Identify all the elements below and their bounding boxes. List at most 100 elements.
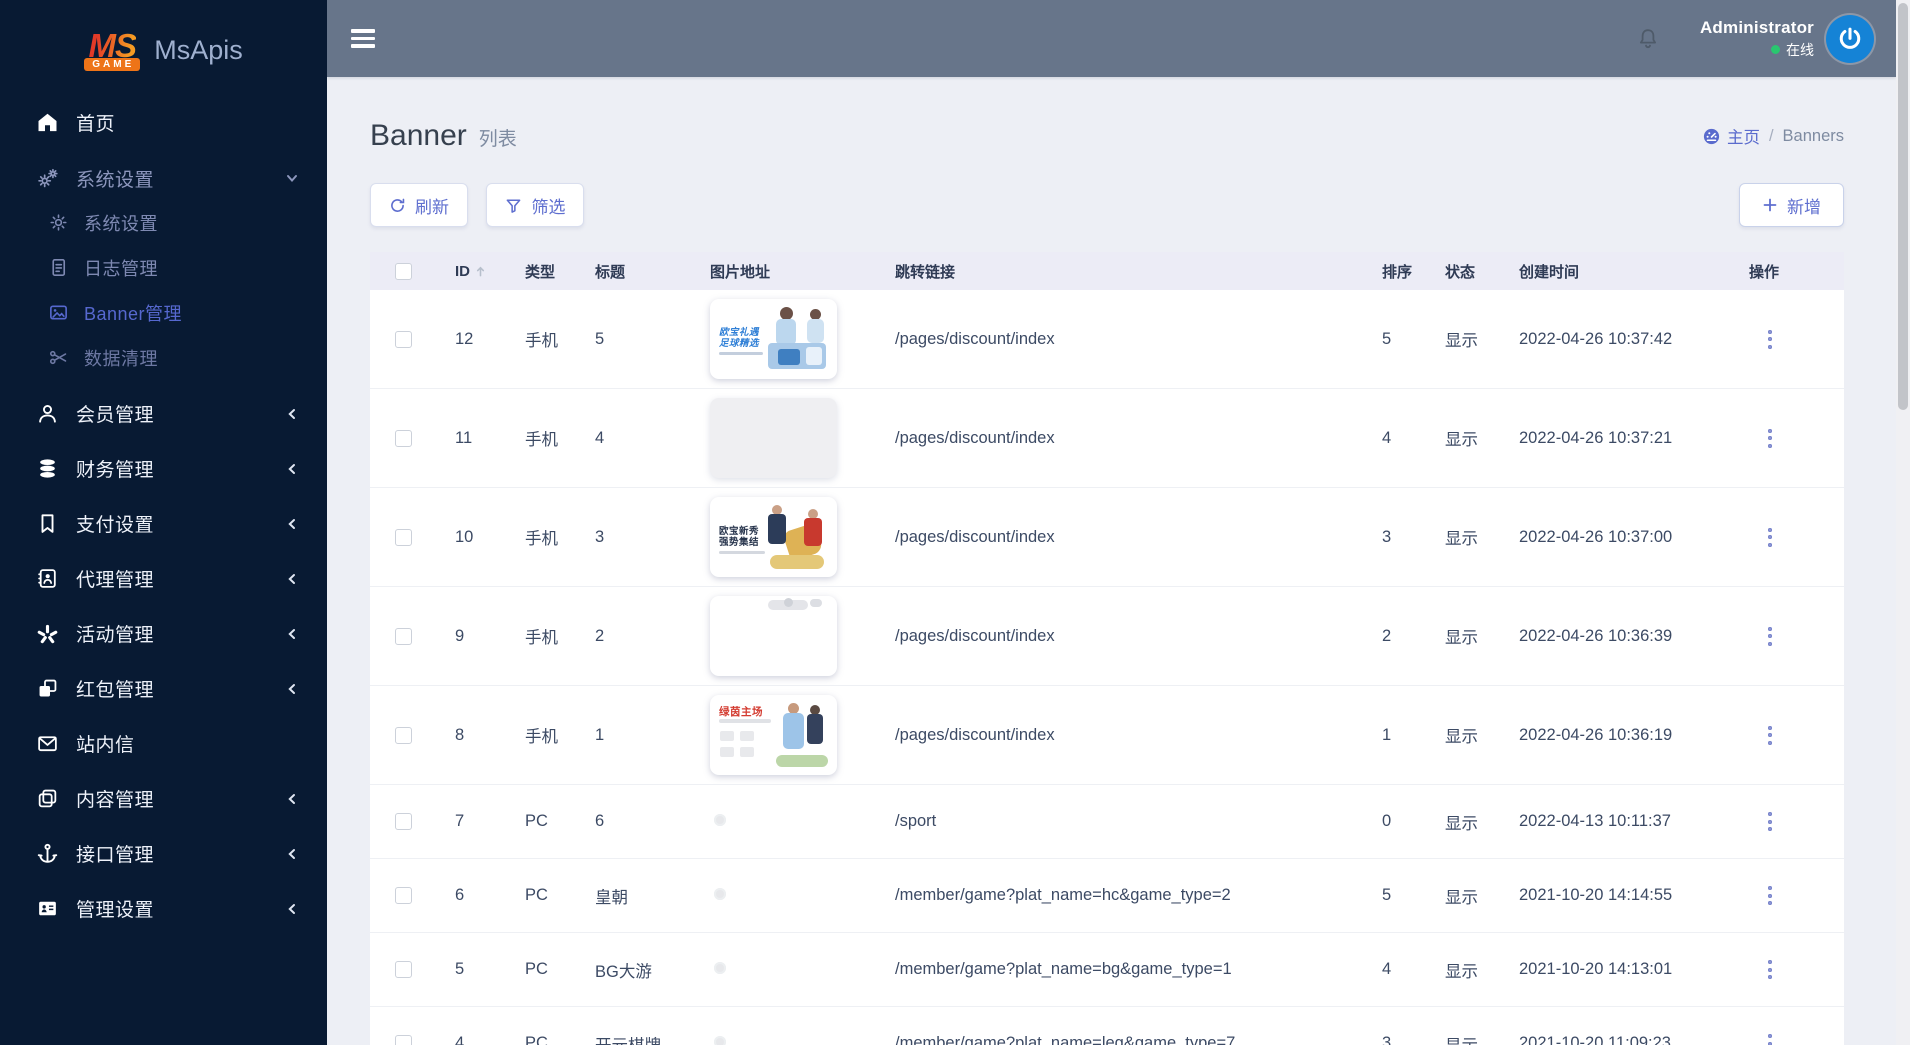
- sidebar-item-label: Banner管理: [84, 303, 183, 324]
- sidebar-item-members[interactable]: 会员管理: [0, 386, 327, 441]
- row-checkbox[interactable]: [395, 726, 412, 744]
- row-actions-menu[interactable]: [1761, 886, 1779, 905]
- row-checkbox[interactable]: [395, 330, 412, 348]
- sidebar-subitem-system-settings[interactable]: 系统设置: [0, 200, 327, 245]
- breadcrumb-home-link[interactable]: 主页: [1703, 124, 1760, 148]
- sidebar-toggle-button[interactable]: [351, 25, 375, 51]
- add-button[interactable]: 新增: [1739, 183, 1844, 227]
- row-checkbox[interactable]: [395, 627, 412, 645]
- row-checkbox[interactable]: [395, 429, 412, 447]
- cell-created: 2021-10-20 11:09:23: [1519, 1034, 1671, 1045]
- column-header-sort: 排序: [1382, 263, 1413, 281]
- brand-logo[interactable]: MS GAME MsApis: [0, 0, 327, 100]
- sidebar-subitem-data-cleanup[interactable]: 数据清理: [0, 335, 327, 380]
- sidebar-item-label: 红包管理: [76, 680, 155, 701]
- banner-thumbnail: 欧宝礼遇 足球精选: [710, 299, 837, 379]
- sidebar-item-activities[interactable]: 活动管理: [0, 606, 327, 661]
- table-row: 5 PC BG大游 /member/game?plat_name=bg&game…: [370, 933, 1844, 1007]
- row-actions-menu[interactable]: [1761, 626, 1779, 646]
- row-actions-menu[interactable]: [1761, 812, 1779, 831]
- sidebar-item-label: 内容管理: [76, 790, 155, 811]
- cell-created: 2022-04-26 10:37:00: [1519, 527, 1673, 546]
- home-icon: [38, 113, 57, 131]
- cell-type: 手机: [525, 728, 558, 746]
- refresh-button[interactable]: 刷新: [370, 183, 468, 227]
- sidebar-item-label: 财务管理: [76, 460, 155, 481]
- cell-title: 4: [595, 428, 605, 447]
- row-actions-menu[interactable]: [1761, 527, 1779, 547]
- avatar[interactable]: [1826, 14, 1874, 63]
- row-checkbox[interactable]: [395, 887, 412, 904]
- cell-title: BG大游: [595, 962, 652, 981]
- row-actions-menu[interactable]: [1761, 428, 1779, 448]
- broken-image-icon: [714, 888, 726, 900]
- cell-title: 5: [595, 329, 605, 348]
- chevron-left-icon: [288, 793, 295, 804]
- cell-type: PC: [525, 1034, 548, 1045]
- cell-sort: 4: [1382, 428, 1392, 447]
- table-row: 4 PC 开元棋牌 /member/game?plat_name=leg&gam…: [370, 1007, 1844, 1045]
- ms-game-logo: MS GAME: [84, 29, 141, 71]
- document-icon: [52, 259, 66, 276]
- sidebar-item-label: 系统设置: [84, 213, 158, 234]
- row-checkbox[interactable]: [395, 1035, 412, 1045]
- cell-sort: 5: [1382, 329, 1392, 348]
- sidebar-item-red-packets[interactable]: 红包管理: [0, 661, 327, 716]
- gear-icon: [50, 214, 67, 231]
- sidebar-item-label: 日志管理: [84, 258, 158, 279]
- filter-button[interactable]: 筛选: [486, 183, 585, 227]
- breadcrumb-separator: /: [1768, 126, 1774, 145]
- sidebar-subitem-log-management[interactable]: 日志管理: [0, 245, 327, 290]
- topbar-right: Administrator 在线: [1636, 14, 1896, 63]
- sidebar: MS GAME MsApis 首页 系统设置 系统设置 日志管理 Banner管…: [0, 0, 327, 1045]
- row-actions-menu[interactable]: [1761, 329, 1779, 349]
- brand-name: MsApis: [154, 34, 243, 65]
- page-title: Banner: [370, 119, 467, 152]
- sidebar-item-payment[interactable]: 支付设置: [0, 496, 327, 551]
- row-actions-menu[interactable]: [1761, 725, 1779, 745]
- row-checkbox[interactable]: [395, 813, 412, 830]
- cell-type: 手机: [525, 332, 558, 350]
- sidebar-item-interfaces[interactable]: 接口管理: [0, 826, 327, 881]
- scrollbar-thumb[interactable]: [1898, 3, 1908, 410]
- topbar: Administrator 在线: [327, 0, 1896, 77]
- cell-sort: 2: [1382, 626, 1392, 645]
- cell-link: /member/game?plat_name=bg&game_type=1: [895, 960, 1232, 978]
- sidebar-item-admin-settings[interactable]: 管理设置: [0, 881, 327, 936]
- sidebar-item-label: 支付设置: [76, 515, 155, 536]
- sidebar-item-label: 首页: [76, 113, 116, 135]
- sidebar-item-label: 接口管理: [76, 845, 155, 866]
- page-subtitle: 列表: [478, 129, 517, 150]
- banner-thumbnail: [710, 596, 837, 676]
- row-checkbox[interactable]: [395, 961, 412, 978]
- online-label: 在线: [1786, 41, 1814, 58]
- column-header-link: 跳转链接: [895, 263, 956, 281]
- cell-sort: 3: [1382, 1034, 1392, 1045]
- cell-status: 显示: [1445, 431, 1478, 449]
- sidebar-item-agents[interactable]: 代理管理: [0, 551, 327, 606]
- sidebar-item-finance[interactable]: 财务管理: [0, 441, 327, 496]
- boxes-icon: [39, 679, 57, 697]
- select-all-checkbox[interactable]: [395, 262, 412, 280]
- cell-status: 显示: [1445, 530, 1478, 548]
- online-dot: [1771, 45, 1780, 54]
- row-actions-menu[interactable]: [1761, 960, 1779, 979]
- sidebar-item-system-settings[interactable]: 系统设置: [0, 156, 327, 200]
- row-checkbox[interactable]: [395, 528, 412, 546]
- cell-link: /pages/discount/index: [895, 527, 1055, 546]
- filter-funnel-icon: [507, 198, 521, 213]
- cell-type: PC: [525, 812, 548, 830]
- sidebar-item-label: 管理设置: [76, 900, 155, 921]
- chevron-left-icon: [288, 463, 295, 474]
- notifications-bell-icon[interactable]: [1636, 26, 1660, 52]
- sidebar-subitem-banner-management[interactable]: Banner管理: [0, 290, 327, 335]
- table-header-row: ID 类型 标题 图片地址 跳转链接 排序 状态 创建时间 操作: [370, 252, 1844, 290]
- sidebar-item-home[interactable]: 首页: [0, 100, 327, 144]
- cell-id: 11: [455, 428, 473, 447]
- sidebar-item-messages[interactable]: 站内信: [0, 716, 327, 771]
- row-actions-menu[interactable]: [1761, 1034, 1779, 1045]
- sidebar-item-content[interactable]: 内容管理: [0, 771, 327, 826]
- refresh-label: 刷新: [415, 197, 449, 217]
- chevron-left-icon: [288, 848, 295, 859]
- column-header-id[interactable]: ID: [440, 263, 525, 280]
